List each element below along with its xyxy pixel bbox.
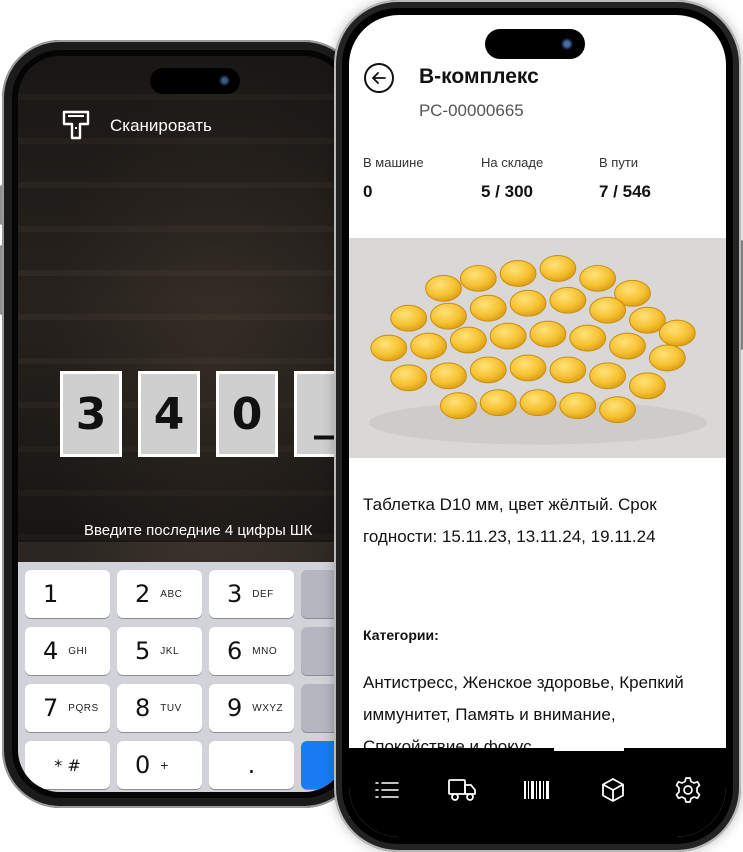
key-7[interactable]: 7 PQRS [25,684,110,732]
key-1[interactable]: 1 [25,570,110,618]
key-0[interactable]: 0 + [117,741,202,789]
key-3[interactable]: 3 DEF [209,570,294,618]
stat-in-warehouse: На складе 5 / 300 [481,155,599,202]
digit-box-3[interactable]: 0 [216,371,278,457]
stat-in-car: В машине 0 [363,155,481,202]
scan-label: Сканировать [110,116,212,135]
dynamic-island [150,68,240,94]
key-digit: 4 [43,637,59,665]
key-letters: JKL [160,645,180,657]
product-code: РС-00000665 [419,101,524,120]
key-digit: 8 [135,694,151,722]
key-9[interactable]: 9 WXYZ [209,684,294,732]
tab-settings[interactable] [668,770,708,810]
stat-label: В пути [599,155,639,170]
tab-delivery[interactable] [442,770,482,810]
barcode-icon [524,781,550,799]
stat-value: 0 [363,182,373,201]
digit-box-2[interactable]: 4 [138,371,200,457]
arrow-left-icon [372,72,386,84]
key-digit: 3 [227,580,243,608]
key-digit: 5 [135,637,151,665]
key-letters: + [160,757,169,773]
barcode-scanner-icon [62,110,90,140]
digit-box-1[interactable]: 3 [60,371,122,457]
key-5[interactable]: 5 JKL [117,627,202,675]
key-6[interactable]: 6 MNO [209,627,294,675]
stat-label: На складе [481,155,544,170]
scanner-phone: Сканировать 3 4 0 _ Введите последние 4 … [2,40,362,808]
box-icon [601,778,624,802]
settings-icon [675,777,701,803]
product-phone: В-комплекс РС-00000665 В машине 0 На скл… [334,0,741,852]
key-digit: 2 [135,580,151,608]
stock-stats: В машине 0 На складе 5 / 300 В пути 7 / … [363,155,717,202]
key-digit: * # [54,755,81,775]
key-digit: . [247,751,256,779]
tab-scan[interactable] [517,770,557,810]
bottom-tab-bar [349,748,726,837]
key-digit: 9 [227,694,243,722]
key-digit: 7 [43,694,59,722]
categories-text: Антистресс, Женское здоровье, Крепкий им… [363,673,684,749]
key-letters: GHI [68,645,88,657]
dynamic-island [485,29,585,59]
list-icon [374,782,399,798]
key-letters: MNO [252,645,278,657]
tab-list[interactable] [367,770,407,810]
key-dot[interactable]: . [209,741,294,789]
stat-value: 5 / 300 [481,182,533,201]
back-button[interactable] [364,63,394,93]
scanner-bezel: Сканировать 3 4 0 _ Введите последние 4 … [12,50,352,798]
key-letters: ABC [160,588,183,600]
key-digit: 6 [227,637,243,665]
stat-value: 7 / 546 [599,182,651,201]
key-4[interactable]: 4 GHI [25,627,110,675]
truck-icon [448,779,476,801]
input-hint: Введите последние 4 цифры ШК [84,522,313,539]
key-2[interactable]: 2 ABC [117,570,202,618]
barcode-digit-input[interactable]: 3 4 0 _ [60,371,346,457]
key-digit: 1 [43,580,59,608]
stat-label: В машине [363,155,424,170]
product-description: Таблетка D10 мм, цвет жёлтый. Срок годно… [363,495,657,546]
numeric-keyboard: 1 2 ABC 3 DEF 4 GHI 5 JKL 6 MNO 7 PQRS 8 TUV 9W… [18,562,346,792]
categories-label: Категории: [363,627,439,643]
key-digit: 0 [135,751,151,779]
scan-button[interactable]: Сканировать [58,106,212,146]
key-symbols[interactable]: * # [25,741,110,789]
front-camera-icon [561,38,573,50]
product-screen: В-комплекс РС-00000665 В машине 0 На скл… [349,15,726,837]
product-title: В-комплекс [419,65,539,88]
key-letters: TUV [160,702,182,714]
active-tab-indicator [554,748,624,751]
scanner-screen: Сканировать 3 4 0 _ Введите последние 4 … [18,56,346,792]
key-letters: DEF [252,588,274,600]
product-photo [349,238,726,458]
yellow-pills-image [368,254,708,445]
front-camera-icon [219,75,230,86]
key-letters: WXYZ [252,702,284,714]
stat-in-transit: В пути 7 / 546 [599,155,717,202]
key-letters: PQRS [68,702,99,714]
product-bezel: В-комплекс РС-00000665 В машине 0 На скл… [342,8,733,844]
tab-products[interactable] [593,770,633,810]
key-8[interactable]: 8 TUV [117,684,202,732]
